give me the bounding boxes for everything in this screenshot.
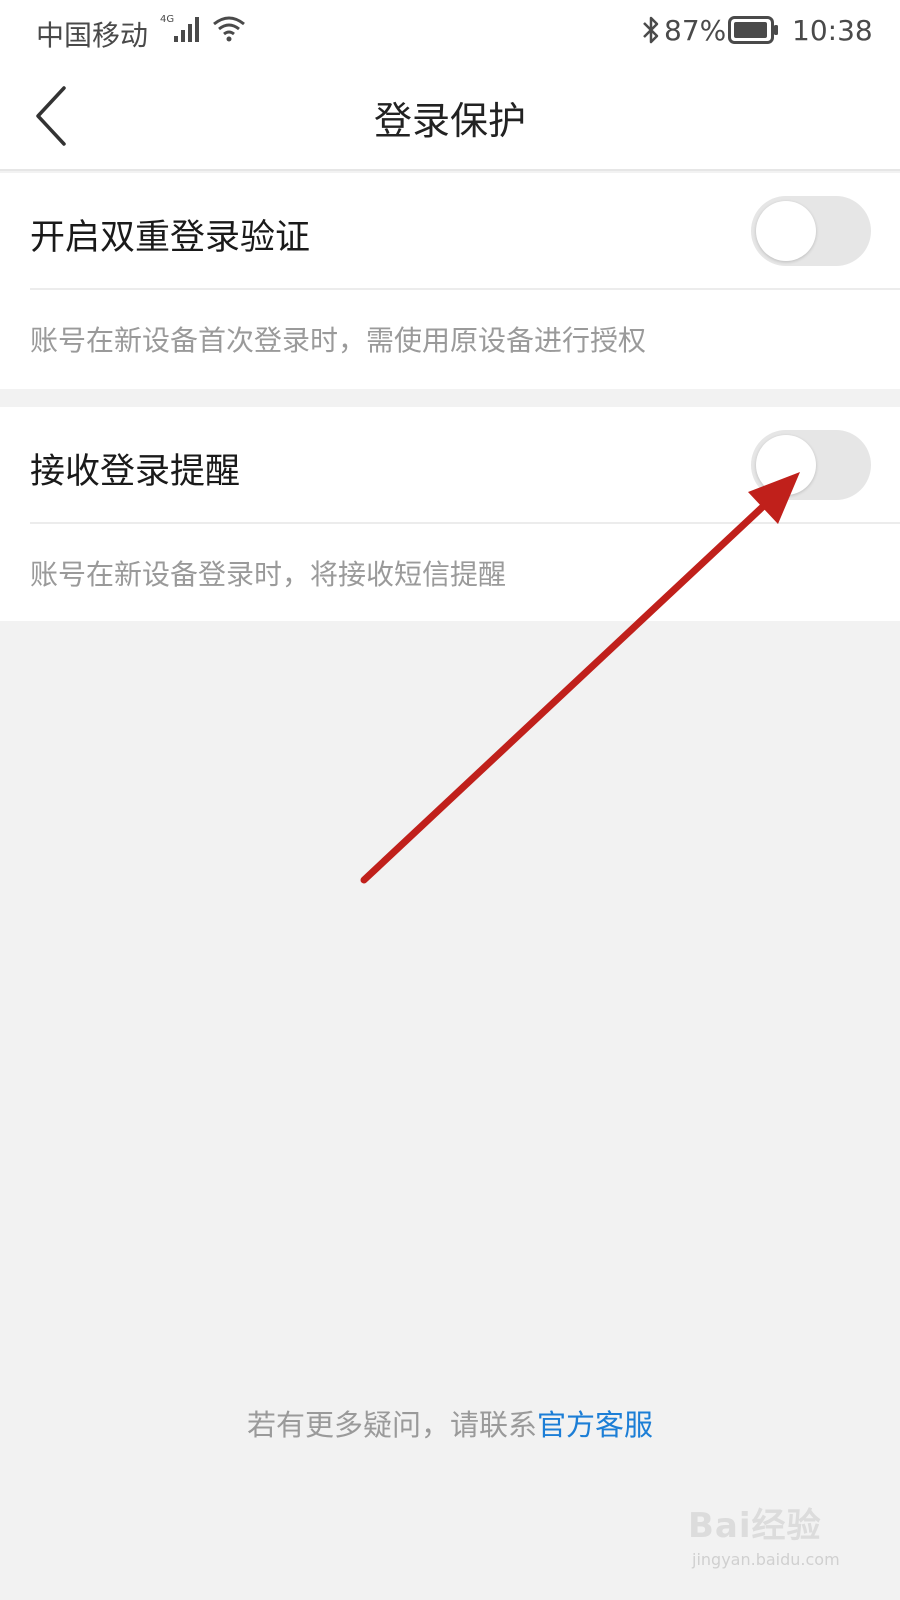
setting-card-two-factor: 开启双重登录验证 账号在新设备首次登录时，需使用原设备进行授权	[0, 173, 900, 389]
login-alert-toggle[interactable]	[751, 430, 871, 500]
status-bar: 中国移动 4G 87% 10:38	[0, 0, 900, 62]
setting-label: 开启双重登录验证	[30, 218, 311, 258]
header: 登录保护	[0, 62, 900, 171]
setting-row-two-factor: 开启双重登录验证	[0, 173, 900, 288]
watermark-url: jingyan.baidu.com	[692, 1550, 840, 1569]
setting-row-login-alert: 接收登录提醒	[0, 407, 900, 522]
divider	[30, 288, 900, 290]
wifi-icon	[212, 14, 246, 51]
network-type: 4G	[160, 14, 174, 25]
help-text: 若有更多疑问，请联系	[246, 1408, 537, 1442]
toggle-knob	[756, 435, 816, 495]
watermark-logo: Bai经验	[688, 1506, 822, 1546]
two-factor-toggle[interactable]	[751, 196, 871, 266]
setting-description: 账号在新设备登录时，将接收短信提醒	[30, 558, 507, 591]
divider	[30, 522, 900, 524]
battery-icon	[728, 16, 780, 51]
baidu-jingyan-watermark: Bai经验 jingyan.baidu.com	[688, 1498, 878, 1588]
signal-icon: 4G	[160, 12, 204, 53]
bluetooth-icon	[640, 14, 662, 53]
toggle-knob	[756, 201, 816, 261]
help-footer: 若有更多疑问，请联系官方客服	[0, 1402, 900, 1444]
setting-card-login-alert: 接收登录提醒 账号在新设备登录时，将接收短信提醒	[0, 407, 900, 621]
carrier-name: 中国移动	[36, 19, 149, 52]
battery-percent: 87%	[664, 14, 727, 47]
setting-label: 接收登录提醒	[30, 452, 241, 492]
clock: 10:38	[792, 14, 873, 47]
customer-service-link[interactable]: 官方客服	[537, 1408, 653, 1442]
setting-description: 账号在新设备首次登录时，需使用原设备进行授权	[30, 324, 647, 357]
page-title: 登录保护	[373, 99, 526, 143]
